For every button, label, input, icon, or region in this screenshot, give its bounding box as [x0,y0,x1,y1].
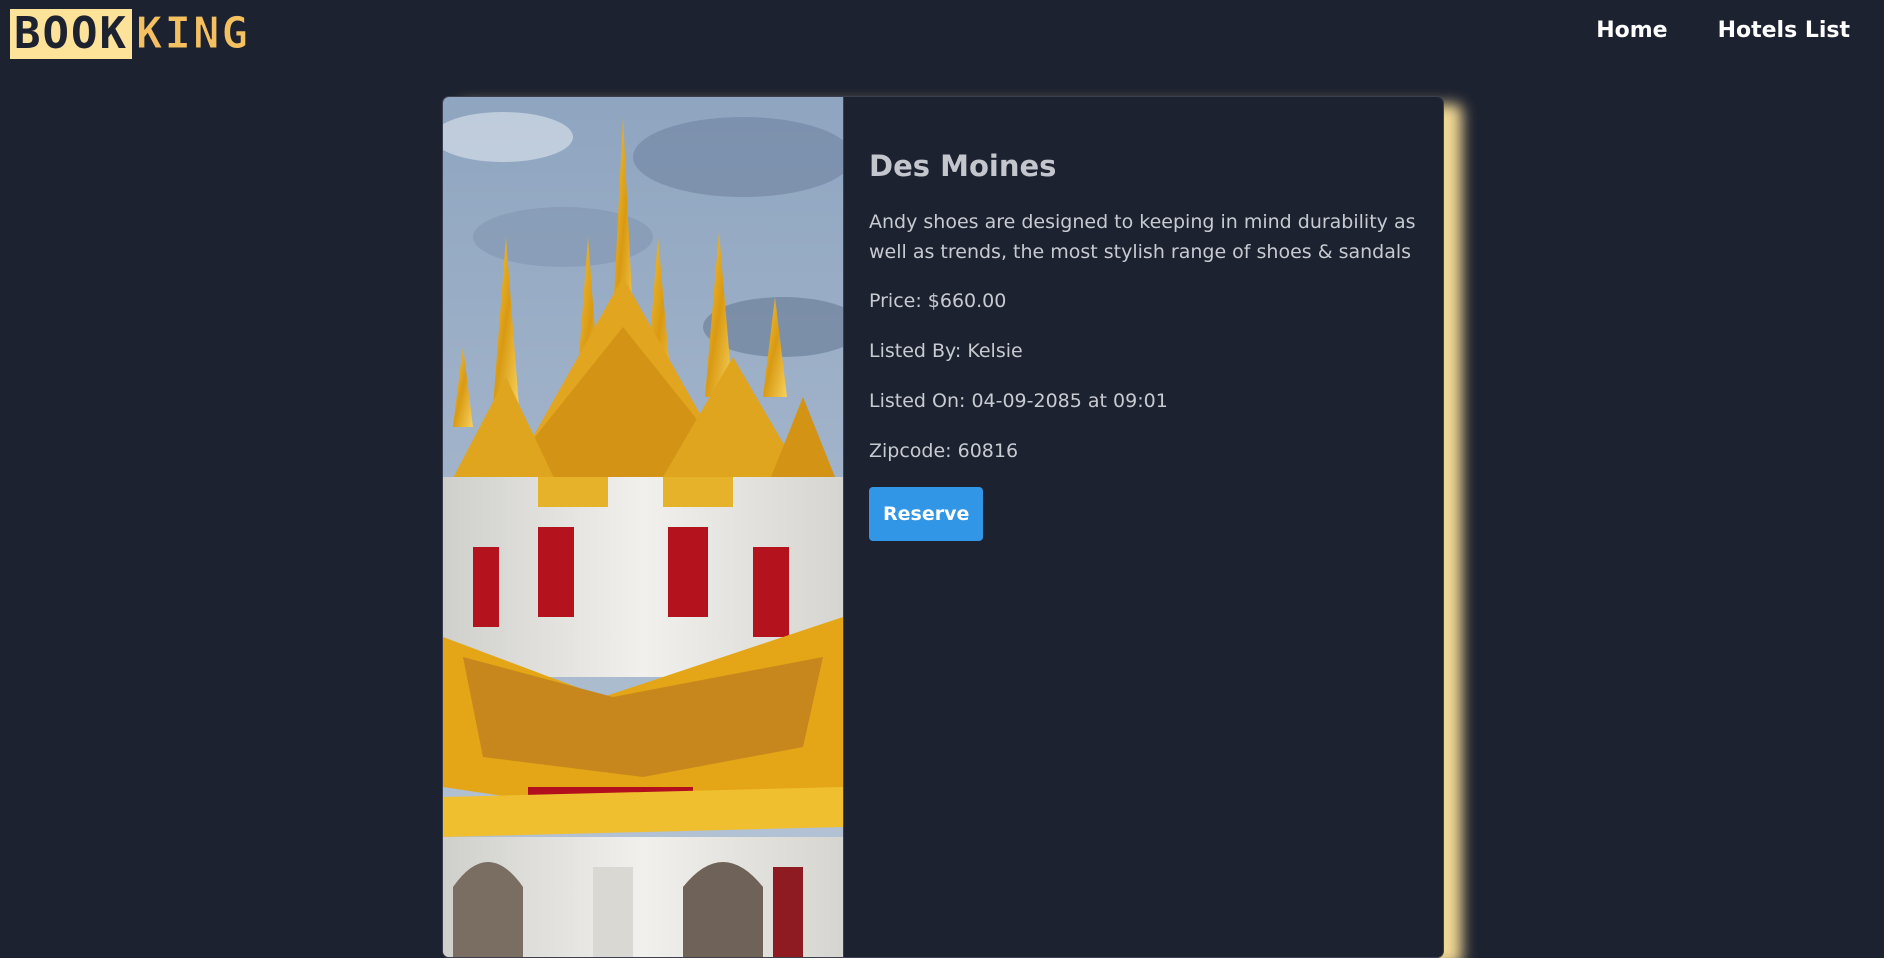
hotel-zipcode: Zipcode: 60816 [869,440,1019,462]
navbar: BOOK KING Home Hotels List [0,0,1884,72]
hotel-card: Des Moines Andy shoes are designed to ke… [442,96,1444,958]
hotel-listed-by: Listed By: Kelsie [869,340,1023,362]
hotel-details: Des Moines Andy shoes are designed to ke… [869,149,1419,541]
hotel-listed-on: Listed On: 04-09-2085 at 09:01 [869,390,1168,412]
temple-photo-icon [443,97,843,957]
nav-hotels-list-link[interactable]: Hotels List [1718,18,1850,43]
logo-book-text: BOOK [10,9,132,59]
hotel-price: Price: $660.00 [869,290,1007,312]
nav-home-link[interactable]: Home [1596,18,1667,43]
hotel-image [443,97,844,957]
nav-links: Home Hotels List [1596,18,1850,43]
hotel-name: Des Moines [869,149,1057,183]
brand-logo[interactable]: BOOK KING [10,8,254,60]
hotel-description: Andy shoes are designed to keeping in mi… [869,211,1416,263]
logo-king-text: KING [135,8,250,59]
reserve-button[interactable]: Reserve [869,487,984,541]
